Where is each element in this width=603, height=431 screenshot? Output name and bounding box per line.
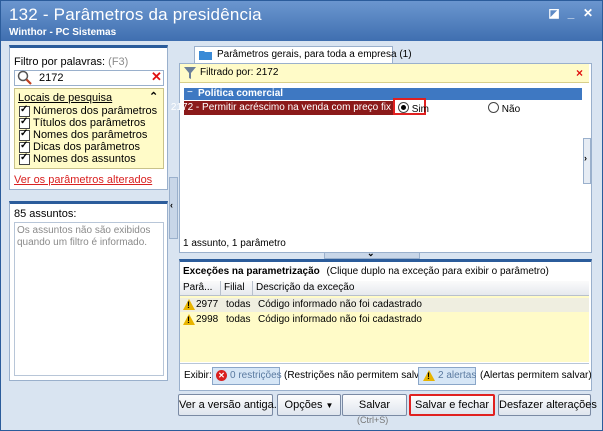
- locations-box: Locais de pesquisa ⌃ Números dos parâmet…: [14, 88, 164, 169]
- chevron-down-icon[interactable]: ⌄: [367, 248, 375, 259]
- col-filial[interactable]: Filial: [224, 282, 245, 293]
- main-window: 132 - Parâmetros da presidência Winthor …: [0, 0, 603, 431]
- window-title: 132 - Parâmetros da presidência: [9, 5, 262, 24]
- filtered-bar: Filtrado por: 2172 ×: [180, 64, 589, 83]
- right-splitter[interactable]: ›: [583, 138, 591, 184]
- summary-text: 1 assunto, 1 parâmetro: [183, 238, 286, 249]
- radio-checked-icon[interactable]: [398, 102, 409, 113]
- filter-panel: Filtro por palavras: (F3) 2172 ✕ Locais …: [9, 45, 168, 190]
- filter-input-box[interactable]: 2172 ✕: [14, 69, 164, 86]
- options-button[interactable]: Opções ▼: [277, 394, 341, 416]
- undo-changes-button[interactable]: Desfazer alterações: [498, 394, 597, 416]
- radio-unchecked-icon[interactable]: [488, 102, 499, 113]
- tab-label: Parâmetros gerais, para toda a empresa: [217, 49, 397, 60]
- close-icon[interactable]: ✕: [581, 6, 595, 20]
- radio-yes[interactable]: Sim: [398, 102, 429, 115]
- subjects-list[interactable]: Os assuntos não são exibidos quando um f…: [14, 222, 164, 376]
- warning-icon: [183, 314, 195, 325]
- horizontal-splitter[interactable]: ⌄: [324, 248, 420, 259]
- subjects-empty-message: Os assuntos não são exibidos quando um f…: [17, 225, 151, 248]
- filtered-label: Filtrado por: 2172: [200, 67, 279, 78]
- search-input[interactable]: 2172: [39, 72, 63, 84]
- exceptions-hint: (Clique duplo na exceção para exibir o p…: [326, 266, 549, 277]
- location-numeros[interactable]: Números dos parâmetros: [19, 104, 157, 117]
- search-icon: [17, 70, 32, 85]
- location-titulos[interactable]: Títulos dos parâmetros: [19, 116, 146, 129]
- restrictions-hint: (Restrições não permitem salvar): [284, 370, 432, 381]
- warning-icon: [183, 299, 195, 310]
- alerts-toggle[interactable]: 2 alertas: [418, 367, 476, 385]
- chevron-right-icon[interactable]: ›: [584, 153, 587, 163]
- save-shortcut: (Ctrl+S): [357, 415, 389, 425]
- folder-icon: [199, 51, 212, 60]
- param-row-label: 2172 - Permitir acréscimo na venda com p…: [170, 102, 391, 113]
- radio-no[interactable]: Não: [488, 102, 520, 115]
- group-label: Política comercial: [198, 88, 284, 99]
- error-icon: ✕: [216, 370, 227, 381]
- param-row-label-cell[interactable]: 2172 - Permitir acréscimo na venda com p…: [171, 101, 394, 115]
- col-desc[interactable]: Descrição da exceção: [256, 282, 354, 293]
- params-panel: Filtrado por: 2172 × − Política comercia…: [171, 63, 592, 253]
- location-nomes[interactable]: Nomes dos parâmetros: [19, 128, 147, 141]
- title-bar: 132 - Parâmetros da presidência Winthor …: [1, 1, 602, 41]
- exceptions-body: 2977 todas Código informado não foi cada…: [180, 296, 589, 362]
- minimize-icon[interactable]: _: [564, 6, 578, 20]
- table-row[interactable]: 2998 todas Código informado não foi cada…: [180, 313, 589, 327]
- window-subtitle: Winthor - PC Sistemas: [9, 27, 117, 38]
- restrictions-toggle[interactable]: ✕ 0 restrições: [212, 367, 282, 385]
- col-param[interactable]: Parâ...: [183, 282, 212, 293]
- locations-title: Locais de pesquisa: [18, 92, 113, 104]
- save-button[interactable]: Salvar: [342, 394, 407, 416]
- clear-filtered-icon[interactable]: ×: [576, 66, 583, 80]
- chevron-left-icon[interactable]: ‹: [170, 200, 173, 210]
- restore-icon[interactable]: ◪: [547, 6, 561, 20]
- collapse-icon[interactable]: ⌃: [149, 90, 158, 103]
- show-label: Exibir:: [184, 370, 212, 381]
- subjects-panel: 85 assuntos: Os assuntos não são exibido…: [9, 201, 168, 381]
- show-bar: Exibir: ✕ 0 restrições (Restrições não p…: [180, 363, 592, 388]
- changed-params-link[interactable]: Ver os parâmetros alterados: [14, 174, 152, 186]
- old-version-button[interactable]: Ver a versão antiga...: [178, 394, 283, 416]
- exceptions-header: Parâ... Filial Descrição da exceção: [180, 281, 589, 296]
- subjects-count: 85 assuntos:: [14, 208, 77, 220]
- location-dicas[interactable]: Dicas dos parâmetros: [19, 140, 140, 153]
- location-assuntos[interactable]: Nomes dos assuntos: [19, 152, 136, 165]
- filter-shortcut: (F3): [108, 56, 129, 68]
- exceptions-panel: Exceções na parametrização (Clique duplo…: [179, 259, 592, 391]
- dropdown-arrow-icon: ▼: [325, 401, 334, 410]
- group-header[interactable]: − Política comercial: [184, 87, 582, 100]
- save-and-close-button[interactable]: Salvar e fechar: [409, 394, 495, 416]
- checkbox-icon[interactable]: [19, 152, 30, 165]
- filter-funnel-icon: [184, 67, 196, 79]
- table-row[interactable]: 2977 todas Código informado não foi cada…: [180, 298, 589, 312]
- warning-icon: [423, 370, 435, 381]
- exceptions-title: Exceções na parametrização: [183, 266, 320, 277]
- tab-count: (1): [399, 49, 412, 60]
- vertical-splitter[interactable]: ‹: [169, 177, 178, 239]
- filter-label: Filtro por palavras:: [14, 56, 106, 68]
- alerts-hint: (Alertas permitem salvar): [480, 370, 592, 381]
- clear-filter-icon[interactable]: ✕: [151, 69, 162, 85]
- tab-general-params[interactable]: Parâmetros gerais, para toda a empresa (…: [194, 46, 412, 64]
- group-toggle-icon[interactable]: −: [187, 87, 193, 98]
